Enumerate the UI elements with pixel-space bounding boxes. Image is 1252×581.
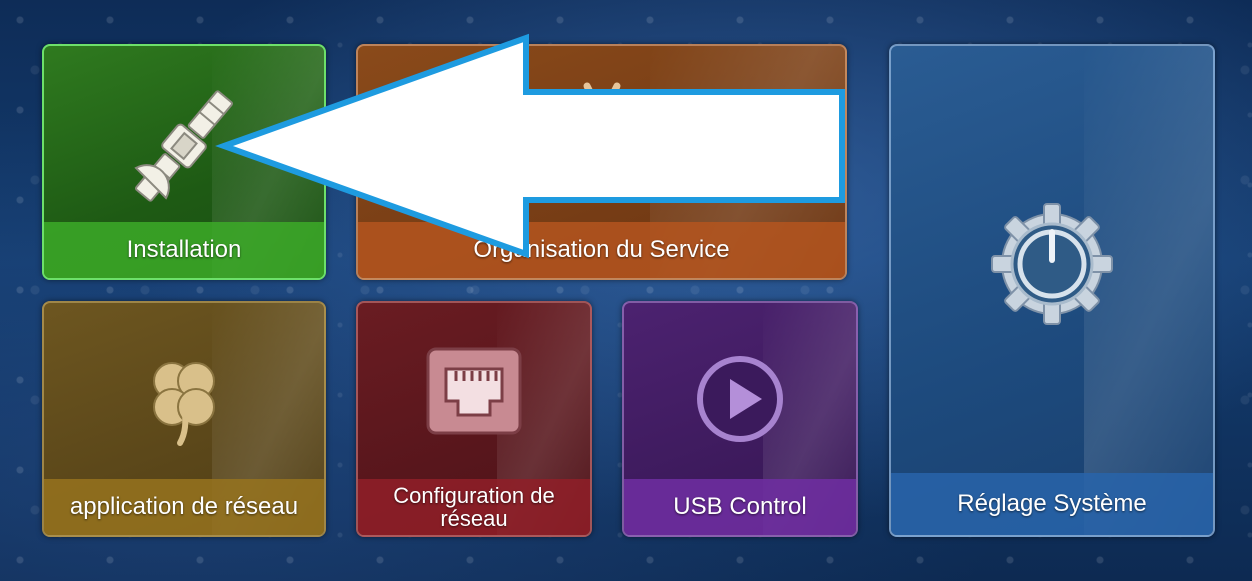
satellite-icon <box>114 76 254 216</box>
installation-label: Installation <box>44 222 324 278</box>
clover-icon <box>134 351 234 451</box>
service-organisation-icon <box>572 76 632 136</box>
network-application-tile[interactable]: application de réseau <box>42 301 326 537</box>
network-configuration-tile[interactable]: Configuration de réseau <box>356 301 592 537</box>
usb-control-tile[interactable]: USB Control <box>622 301 858 537</box>
power-gear-icon <box>986 198 1118 330</box>
usb-control-label: USB Control <box>624 479 856 535</box>
system-settings-tile[interactable]: Réglage Système <box>889 44 1215 537</box>
system-settings-label: Réglage Système <box>891 473 1213 535</box>
play-icon <box>690 349 790 449</box>
installation-tile[interactable]: Installation <box>42 44 326 280</box>
network-configuration-label: Configuration de réseau <box>358 479 590 535</box>
network-application-label: application de réseau <box>44 479 324 535</box>
service-organisation-label: Organisation du Service <box>358 222 845 278</box>
service-organisation-tile[interactable]: Organisation du Service <box>356 44 847 280</box>
ethernet-port-icon <box>422 343 526 447</box>
